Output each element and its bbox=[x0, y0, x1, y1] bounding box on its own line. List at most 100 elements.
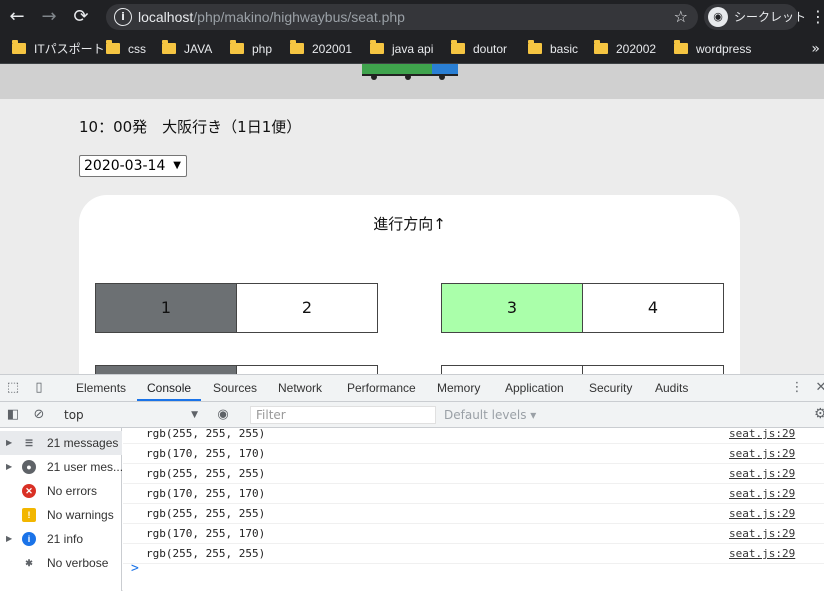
log-source-link[interactable]: seat.js:29 bbox=[729, 444, 795, 464]
log-source-link[interactable]: seat.js:29 bbox=[729, 504, 795, 524]
tab-memory[interactable]: Memory bbox=[437, 375, 480, 401]
reload-icon[interactable]: ⟳ bbox=[70, 6, 92, 28]
clear-console-icon[interactable]: ⊘ bbox=[30, 406, 48, 424]
bookmarks-overflow-icon[interactable]: » bbox=[811, 34, 820, 64]
tab-console[interactable]: Console bbox=[137, 375, 202, 401]
log-row: rgb(170, 255, 170) seat.js:29 bbox=[123, 524, 824, 544]
log-row: rgb(255, 255, 255) seat.js:29 bbox=[123, 544, 824, 564]
tab-sources[interactable]: Sources bbox=[213, 375, 257, 401]
incognito-badge[interactable]: ◉ シークレット bbox=[704, 4, 806, 30]
log-source-link[interactable]: seat.js:29 bbox=[729, 464, 795, 484]
seat-number: 2 bbox=[301, 298, 313, 317]
tab-elements[interactable]: Elements bbox=[76, 375, 126, 401]
info-icon[interactable]: i bbox=[114, 8, 132, 26]
sidebar-item-warnings[interactable]: ! No warnings bbox=[0, 503, 122, 527]
bookmark-label: 202002 bbox=[616, 42, 657, 56]
seat-3[interactable]: 3 bbox=[441, 283, 583, 333]
date-select[interactable]: 2020-03-14 ▼ bbox=[79, 155, 187, 177]
folder-icon bbox=[594, 40, 608, 54]
seat-row2-a[interactable] bbox=[95, 365, 237, 374]
bookmark-item[interactable]: JAVA bbox=[162, 34, 212, 64]
user-icon: ● bbox=[22, 460, 36, 474]
sidebar-toggle-icon[interactable]: ◧ bbox=[4, 406, 22, 424]
console-log: rgb(255, 255, 255) seat.js:29 rgb(170, 25… bbox=[123, 428, 824, 591]
bookmark-item[interactable]: wordpress bbox=[674, 34, 751, 64]
expand-arrow-icon[interactable]: ▶ bbox=[6, 527, 12, 551]
bookmark-label: JAVA bbox=[184, 42, 213, 56]
device-toolbar-icon[interactable]: ▯ bbox=[30, 379, 48, 397]
bookmark-item[interactable]: php bbox=[230, 34, 272, 64]
log-source-link[interactable]: seat.js:29 bbox=[729, 484, 795, 504]
console-toolbar: ◧ ⊘ top ▼ ◉ Filter Default levels ▾ ⚙ bbox=[0, 402, 824, 428]
sidebar-item-label: 21 messages bbox=[47, 436, 119, 450]
browser-menu-icon[interactable]: ⋮ bbox=[810, 6, 824, 28]
bookmark-item[interactable]: 202001 bbox=[290, 34, 352, 64]
tab-application[interactable]: Application bbox=[505, 375, 564, 401]
sidebar-item-errors[interactable]: ✕ No errors bbox=[0, 479, 122, 503]
expand-arrow-icon[interactable]: ▶ bbox=[6, 455, 12, 479]
folder-icon bbox=[230, 40, 244, 54]
devtools-menu-icon[interactable]: ⋮ bbox=[788, 379, 806, 397]
log-levels-dropdown[interactable]: Default levels ▾ bbox=[444, 402, 536, 428]
log-row: rgb(170, 255, 170) seat.js:29 bbox=[123, 484, 824, 504]
sidebar-item-messages[interactable]: ▶ ☰ 21 messages bbox=[0, 431, 122, 455]
sidebar-item-label: No verbose bbox=[47, 556, 109, 570]
live-expression-eye-icon[interactable]: ◉ bbox=[214, 406, 232, 424]
bookmark-star-icon[interactable]: ☆ bbox=[674, 6, 688, 28]
seat-4[interactable]: 4 bbox=[582, 283, 724, 333]
sidebar-item-verbose[interactable]: ✱ No verbose bbox=[0, 551, 122, 575]
dropdown-arrow-icon: ▼ bbox=[191, 410, 198, 420]
bookmark-item[interactable]: basic bbox=[528, 34, 578, 64]
bookmark-label: java api bbox=[392, 42, 434, 56]
log-message: rgb(170, 255, 170) bbox=[146, 447, 266, 460]
bookmark-item[interactable]: ITパスポート bbox=[12, 34, 105, 64]
sidebar-item-info[interactable]: ▶ i 21 info bbox=[0, 527, 122, 551]
log-message: rgb(255, 255, 255) bbox=[146, 547, 266, 560]
log-message: rgb(255, 255, 255) bbox=[146, 507, 266, 520]
direction-label: 進行方向↑ bbox=[373, 215, 446, 233]
close-icon[interactable]: ✕ bbox=[812, 379, 824, 397]
gear-icon[interactable]: ⚙ bbox=[814, 406, 824, 422]
tab-security[interactable]: Security bbox=[589, 375, 632, 401]
sidebar-item-user-messages[interactable]: ▶ ● 21 user mes... bbox=[0, 455, 123, 479]
warning-icon: ! bbox=[22, 508, 36, 522]
tab-network[interactable]: Network bbox=[278, 375, 322, 401]
log-source-link[interactable]: seat.js:29 bbox=[729, 524, 795, 544]
back-icon[interactable]: ← bbox=[6, 6, 28, 28]
console-prompt[interactable]: > bbox=[131, 561, 139, 576]
expand-arrow-icon[interactable]: ▶ bbox=[6, 431, 12, 455]
filter-input[interactable]: Filter bbox=[250, 406, 436, 424]
bookmark-label: doutor bbox=[473, 42, 508, 56]
log-source-link[interactable]: seat.js:29 bbox=[729, 544, 795, 564]
bookmark-item[interactable]: 202002 bbox=[594, 34, 656, 64]
folder-icon bbox=[106, 40, 120, 54]
date-select-value: 2020-03-14 bbox=[84, 158, 166, 174]
seat-1[interactable]: 1 bbox=[95, 283, 237, 333]
tab-audits[interactable]: Audits bbox=[655, 375, 688, 401]
seat-row2-b[interactable] bbox=[236, 365, 378, 374]
dropdown-arrow-icon: ▼ bbox=[173, 160, 181, 171]
incognito-icon: ◉ bbox=[708, 7, 728, 27]
bookmark-item[interactable]: java api bbox=[370, 34, 433, 64]
url-path: /php/makino/highwaybus/seat.php bbox=[193, 9, 405, 25]
browser-toolbar: ← → ⟳ i localhost/php/makino/highwaybus/… bbox=[0, 0, 824, 34]
forward-icon[interactable]: → bbox=[38, 6, 60, 28]
address-bar[interactable]: i localhost/php/makino/highwaybus/seat.p… bbox=[106, 4, 698, 30]
seat-row2-c[interactable] bbox=[441, 365, 583, 374]
url-text[interactable]: localhost/php/makino/highwaybus/seat.php bbox=[138, 4, 405, 30]
folder-icon bbox=[528, 40, 542, 54]
log-message: rgb(255, 255, 255) bbox=[146, 428, 266, 440]
inspect-element-icon[interactable]: ⬚ bbox=[4, 379, 22, 397]
bookmark-item[interactable]: doutor bbox=[451, 34, 507, 64]
folder-icon bbox=[12, 40, 26, 54]
seat-2[interactable]: 2 bbox=[236, 283, 378, 333]
log-source-link[interactable]: seat.js:29 bbox=[729, 428, 795, 444]
bookmark-label: wordpress bbox=[696, 42, 752, 56]
list-icon: ☰ bbox=[24, 438, 34, 448]
context-select[interactable]: top ▼ bbox=[64, 405, 202, 425]
log-row: rgb(255, 255, 255) seat.js:29 bbox=[123, 504, 824, 524]
seat-row2-d[interactable] bbox=[582, 365, 724, 374]
bookmark-item[interactable]: css bbox=[106, 34, 146, 64]
error-icon: ✕ bbox=[22, 484, 36, 498]
tab-performance[interactable]: Performance bbox=[347, 375, 416, 401]
